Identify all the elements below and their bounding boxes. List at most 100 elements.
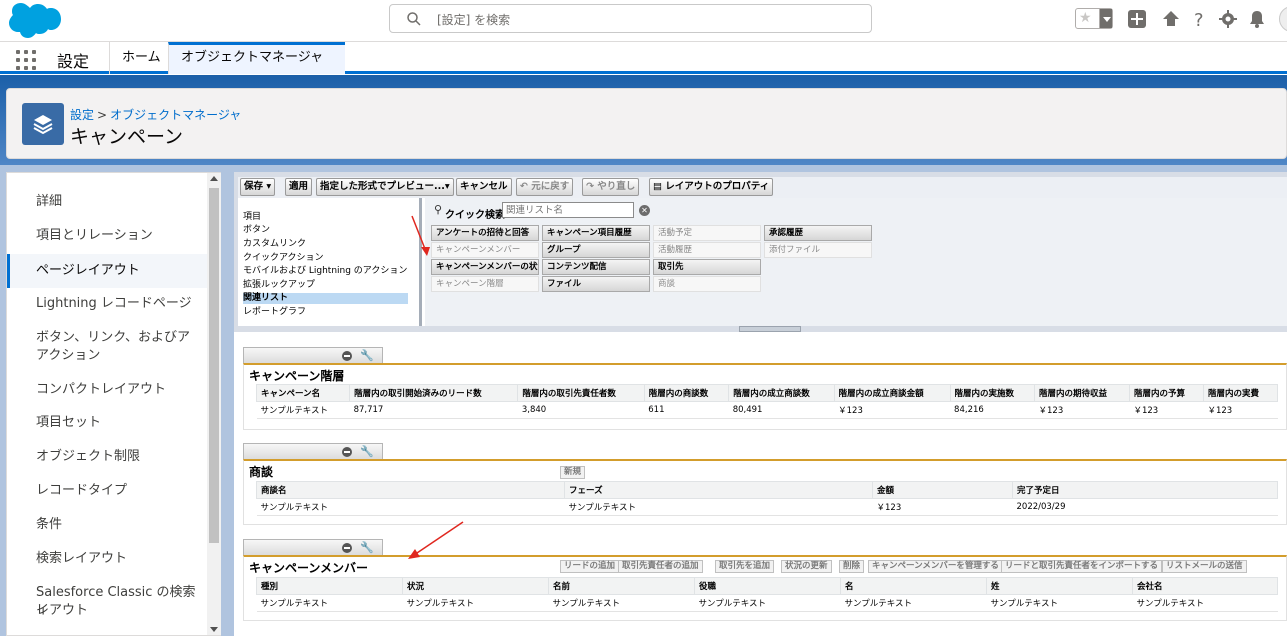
sidebar-scrollbar[interactable] (207, 173, 221, 635)
breadcrumb-object-manager[interactable]: オブジェクトマネージャ (110, 108, 241, 122)
favorites-dropdown-icon[interactable] (1099, 9, 1112, 28)
wrench-icon[interactable]: 🔧 (360, 541, 374, 554)
related-list-opportunities[interactable]: 🔧 商談 新規 商談名 フェーズ 金額 完了予定日 サンプルテキスト サンプルテ… (243, 443, 1287, 526)
section-handle[interactable]: 🔧 (243, 347, 383, 363)
delete-button[interactable]: 削除 (839, 560, 865, 573)
sidebar-item-search-layouts[interactable]: 検索レイアウト (7, 550, 207, 568)
palette-item[interactable]: キャンペーンメンバー (431, 242, 539, 258)
category-buttons[interactable]: ボタン (243, 225, 408, 236)
send-list-email-button[interactable]: リストメールの送信 (1162, 560, 1247, 573)
clear-search-icon[interactable]: ✕ (639, 205, 650, 216)
sidebar-item-record-types[interactable]: レコードタイプ (7, 482, 207, 500)
editor-palette-area: 保存 ▾ 適用 指定した形式でプレビュー...▾ キャンセル ↶ 元に戻す ↷ … (234, 172, 1287, 332)
preview-as-button[interactable]: 指定した形式でプレビュー...▾ (316, 178, 454, 196)
section-title: 商談 (249, 465, 274, 479)
category-fields[interactable]: 項目 (243, 212, 408, 223)
sidebar-item-lightning-pages[interactable]: Lightning レコードページ (7, 295, 207, 313)
breadcrumb-setup[interactable]: 設定 (70, 108, 94, 122)
category-related-lists[interactable]: 関連リスト (243, 293, 408, 304)
new-button[interactable]: 新規 (560, 466, 586, 479)
wrench-icon[interactable]: 🔧 (360, 445, 374, 458)
palette-item[interactable]: 活動履歴 (653, 242, 761, 258)
search-placeholder: [設定] を検索 (437, 13, 511, 27)
app-name: 設定 (57, 52, 90, 71)
section-handle[interactable]: 🔧 (243, 539, 383, 555)
palette-item[interactable]: キャンペーン項目履歴 (542, 225, 650, 241)
undo-icon: ↶ (520, 181, 528, 192)
category-quick-actions[interactable]: クイックアクション (243, 253, 408, 264)
column-header: 階層内の実施数 (949, 384, 1036, 402)
remove-icon[interactable] (342, 447, 352, 457)
sidebar-item-object-limits[interactable]: オブジェクト制限 (7, 448, 207, 466)
sidebar-item-restriction-rules[interactable]: 条件 (7, 516, 207, 534)
sidebar-item-fields[interactable]: 項目とリレーション (7, 227, 207, 245)
palette-item[interactable]: キャンペーン階層 (431, 276, 539, 292)
global-search[interactable]: [設定] を検索 (389, 4, 872, 33)
page-header: 設定 > オブジェクトマネージャ キャンペーン (6, 88, 1287, 159)
notification-bell-icon[interactable] (1247, 9, 1267, 29)
cancel-button[interactable]: キャンセル (456, 178, 512, 196)
layout-properties-button[interactable]: ▤ レイアウトのプロパティ (649, 178, 774, 196)
avatar[interactable] (1279, 6, 1287, 32)
redo-button[interactable]: ↷ やり直し (582, 178, 640, 196)
palette-item[interactable]: 承認履歴 (764, 225, 872, 241)
sidebar-item-classic-search-layouts-line2[interactable]: イアウト (7, 602, 207, 620)
trailhead-icon[interactable] (1161, 9, 1181, 29)
breadcrumb-separator: > (97, 108, 108, 122)
sidebar-item-compact-layouts[interactable]: コンパクトレイアウト (7, 381, 207, 399)
update-status-button[interactable]: 状況の更新 (781, 560, 832, 573)
table-row: サンプルテキスト サンプルテキスト サンプルテキスト サンプルテキスト サンプル… (256, 594, 1278, 612)
add-leads-button[interactable]: リードの追加 (560, 560, 620, 573)
category-expanded-lookups[interactable]: 拡張ルックアップ (243, 280, 408, 291)
sidebar-item-buttons-links-line2[interactable]: アクション (7, 347, 207, 365)
section-title: キャンペーン階層 (249, 369, 345, 383)
help-icon[interactable]: ? (1189, 9, 1209, 29)
table-header-row: 種別 状況 名前 役職 名 姓 会社名 (256, 577, 1278, 595)
wrench-icon[interactable]: 🔧 (360, 349, 374, 362)
palette-item[interactable]: グループ (542, 242, 650, 258)
palette-item[interactable]: 添付ファイル (764, 242, 872, 258)
palette-item[interactable]: 商談 (653, 276, 761, 292)
add-accounts-button[interactable]: 取引先を追加 (715, 560, 775, 573)
scrollbar-thumb[interactable] (209, 188, 219, 543)
sidebar-item-buttons-links[interactable]: ボタン、リンク、およびア (7, 329, 207, 347)
undo-label: 元に戻す (531, 181, 570, 192)
palette-resize-handle[interactable] (739, 326, 801, 332)
tab-home[interactable]: ホーム (109, 42, 173, 74)
gear-icon[interactable] (1218, 9, 1238, 29)
category-mobile-lightning-actions[interactable]: モバイルおよび Lightning のアクション (243, 266, 408, 277)
scroll-up-icon[interactable] (210, 176, 218, 181)
palette-item[interactable]: 取引先 (653, 259, 761, 275)
section-handle[interactable]: 🔧 (243, 443, 383, 459)
table-cell: ￥123 (872, 498, 1013, 516)
palette-item[interactable]: キャンペーンメンバーの状況 (431, 259, 539, 275)
sidebar-item-page-layouts[interactable]: ページレイアウト (7, 254, 207, 288)
quick-find-input[interactable] (502, 202, 634, 218)
column-header: フェーズ (564, 481, 873, 499)
undo-button[interactable]: ↶ 元に戻す (516, 178, 574, 196)
palette-item[interactable]: アンケートの招待と回答 (431, 225, 539, 241)
sidebar-item-details[interactable]: 詳細 (7, 193, 207, 211)
save-button[interactable]: 保存 ▾ (240, 178, 276, 196)
app-launcher-icon[interactable] (16, 50, 36, 70)
palette-item[interactable]: コンテンツ配信 (542, 259, 650, 275)
category-custom-links[interactable]: カスタムリンク (243, 239, 408, 250)
palette-item[interactable]: 活動予定 (653, 225, 761, 241)
add-contacts-button[interactable]: 取引先責任者の追加 (618, 560, 703, 573)
related-list-campaign-hierarchy[interactable]: 🔧 キャンペーン階層 キャンペーン名 階層内の取引開始済みのリード数 階層内の取… (243, 347, 1287, 430)
add-icon[interactable] (1127, 9, 1147, 29)
palette-item[interactable]: ファイル (542, 276, 650, 292)
tab-object-manager[interactable]: オブジェクトマネージャ (168, 42, 345, 87)
remove-icon[interactable] (342, 351, 352, 361)
sidebar-item-field-sets[interactable]: 項目セット (7, 414, 207, 432)
manage-members-button[interactable]: キャンペーンメンバーを管理する (868, 560, 1003, 573)
salesforce-logo[interactable] (9, 3, 61, 39)
table-cell: 611 (644, 401, 729, 419)
column-header: 階層内の成立商談金額 (833, 384, 951, 402)
category-report-charts[interactable]: レポートグラフ (243, 307, 408, 318)
favorites-button[interactable]: ★ (1075, 8, 1113, 29)
apply-button[interactable]: 適用 (285, 178, 313, 196)
import-leads-contacts-button[interactable]: リードと取引先責任者をインポートする (1001, 560, 1163, 573)
remove-icon[interactable] (342, 543, 352, 553)
scroll-down-icon[interactable] (210, 627, 218, 632)
